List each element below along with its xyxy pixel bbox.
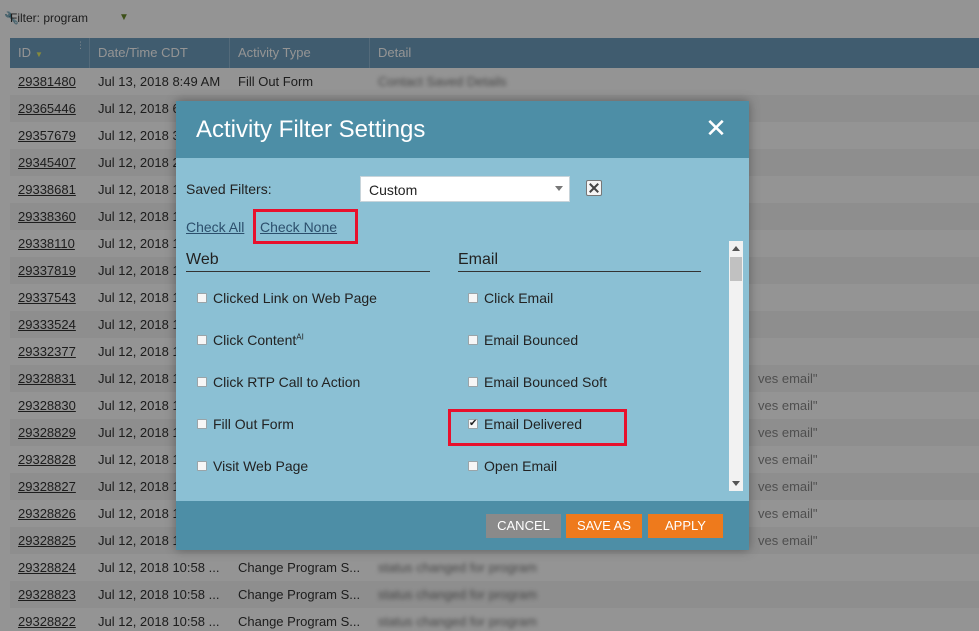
checkbox[interactable] [197, 419, 207, 429]
options-scrollbar[interactable] [729, 241, 743, 491]
delete-filter-icon[interactable] [586, 180, 602, 196]
checkbox[interactable] [468, 461, 478, 471]
filter-option-label: Clicked Link on Web Page [213, 290, 377, 306]
highlight-box-email-delivered [448, 409, 627, 446]
checkbox[interactable] [197, 293, 207, 303]
scrollbar-thumb[interactable] [730, 257, 742, 281]
ai-superscript: AI [296, 332, 304, 342]
email-section-header: Email [458, 251, 701, 272]
cancel-button[interactable]: CANCEL [486, 514, 561, 538]
apply-button[interactable]: APPLY [648, 514, 723, 538]
checkbox[interactable] [197, 461, 207, 471]
filter-option-label: Fill Out Form [213, 416, 294, 432]
filter-option-label: Email Bounced Soft [484, 374, 607, 390]
check-all-link[interactable]: Check All [186, 219, 244, 235]
activity-filter-dialog: Activity Filter Settings ✕ Saved Filters… [176, 101, 749, 550]
dialog-header: Activity Filter Settings ✕ [176, 101, 749, 158]
filter-option-label: Click RTP Call to Action [213, 374, 361, 390]
checkbox[interactable] [468, 335, 478, 345]
saved-filters-label: Saved Filters: [186, 181, 272, 197]
dialog-footer: CANCEL SAVE AS APPLY [176, 501, 749, 550]
web-section-header: Web [186, 251, 430, 272]
saved-filters-select[interactable]: Custom [360, 176, 570, 202]
filter-option-label: Open Email [484, 458, 558, 474]
scroll-up-icon[interactable] [732, 246, 740, 251]
checkbox[interactable] [197, 377, 207, 387]
dialog-title: Activity Filter Settings [196, 116, 426, 143]
close-icon[interactable]: ✕ [705, 115, 727, 141]
highlight-box-check-none [253, 209, 358, 244]
filter-option-label: Click ContentAI [213, 332, 304, 348]
scroll-down-icon[interactable] [732, 481, 740, 486]
checkbox[interactable] [468, 377, 478, 387]
filter-option-label: Click Email [484, 290, 554, 306]
filter-option-label: Visit Web Page [213, 458, 309, 474]
saved-filters-value: Custom [369, 182, 418, 198]
filter-option-label: Email Bounced [484, 332, 579, 348]
chevron-down-icon [555, 186, 563, 191]
checkbox[interactable] [197, 335, 207, 345]
checkbox[interactable] [468, 293, 478, 303]
save-as-button[interactable]: SAVE AS [566, 514, 642, 538]
